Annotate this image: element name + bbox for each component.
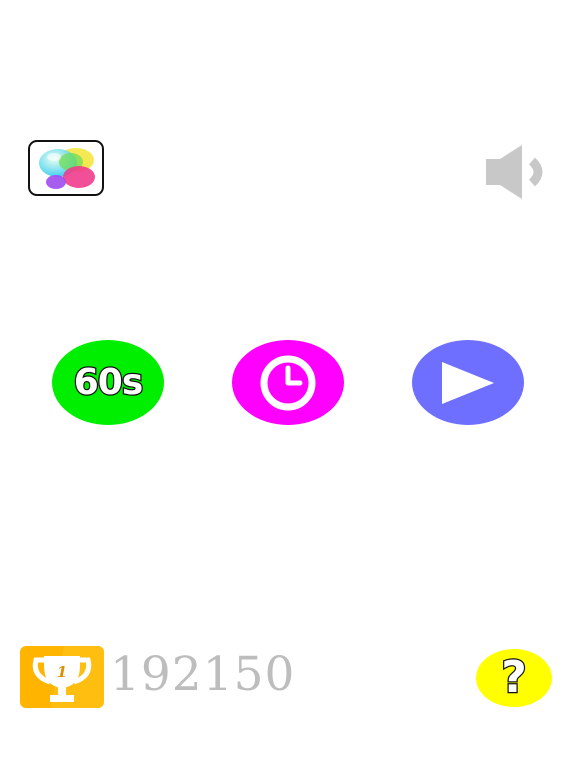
speaker-icon [486,145,543,199]
trophy-rank: 1 [57,663,67,681]
question-mark-icon: ? [500,652,528,703]
game-center-bubbles-icon [39,148,95,189]
trophy-icon: 1 [20,646,104,708]
sound-toggle-button[interactable] [484,143,558,201]
timer-mode-button[interactable] [232,340,344,425]
best-score: 192150 [110,647,296,702]
clock-icon [260,355,316,410]
play-icon [442,361,494,404]
sixty-seconds-mode-button[interactable]: 60s [52,340,164,425]
play-mode-button[interactable] [412,340,524,425]
help-button[interactable]: ? [476,649,552,707]
game-center-button[interactable] [28,140,104,196]
trophy-badge: 1 [20,646,104,708]
sixty-seconds-label: 60s [72,361,144,403]
